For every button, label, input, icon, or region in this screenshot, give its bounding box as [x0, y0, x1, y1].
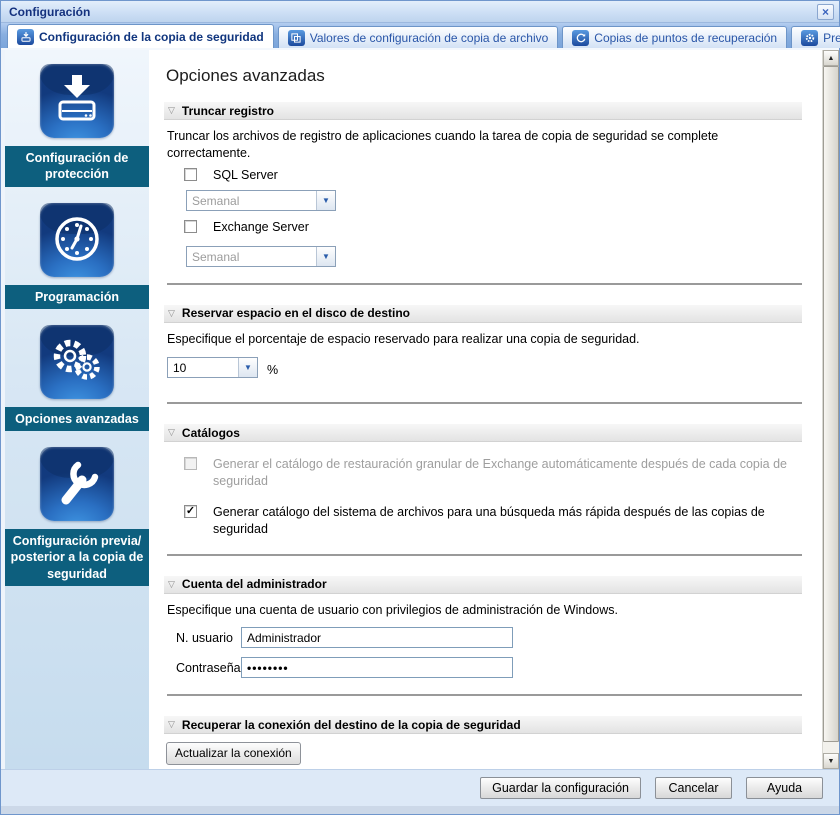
tab-recovery-point-copies[interactable]: Copias de puntos de recuperación	[562, 26, 788, 48]
sidebar-item-advanced-settings[interactable]: Opciones avanzadas	[5, 311, 149, 433]
section-header-truncate-log[interactable]: ▽ Truncar registro	[164, 102, 802, 120]
sidebar-item-protection-settings[interactable]: Configuración de protección	[5, 50, 149, 189]
sidebar-item-label: Configuración previa/ posterior a la cop…	[5, 529, 149, 586]
close-icon[interactable]: ×	[817, 4, 834, 20]
exchange-catalog-label: Generar el catálogo de restauración gran…	[213, 457, 787, 489]
chevron-down-icon[interactable]: ▼	[316, 190, 335, 210]
collapse-triangle-icon[interactable]: ▽	[168, 308, 175, 318]
admin-description: Especifique una cuenta de usuario con pr…	[167, 602, 618, 617]
exchange-server-checkbox[interactable]	[184, 219, 197, 233]
exchange-server-label: Exchange Server	[213, 219, 309, 234]
recovery-points-tab-icon	[572, 29, 590, 46]
section-title: Recuperar la conexión del destino de la …	[181, 717, 521, 732]
collapse-triangle-icon[interactable]: ▽	[168, 428, 175, 437]
fs-catalog-label: Generar catálogo del sistema de archivos…	[213, 505, 765, 536]
username-field-row: N. usuario Administrador	[176, 627, 802, 649]
section-divider	[167, 402, 802, 405]
preferences-tab-icon	[801, 29, 819, 46]
sql-server-checkbox[interactable]	[184, 168, 197, 181]
update-connection-button[interactable]: Actualizar la conexión	[166, 742, 301, 766]
file-copy-tab-icon	[287, 29, 305, 46]
title-bar: Configuración ×	[1, 1, 839, 23]
sidebar-item-label: Configuración de protección	[5, 146, 149, 187]
window-title: Configuración	[9, 4, 91, 19]
section-divider	[167, 553, 802, 556]
scroll-down-icon[interactable]: ▼	[823, 753, 839, 769]
settings-sidebar: Configuración de protección Programación	[5, 50, 149, 769]
page-title: Opciones avanzadas	[166, 66, 325, 85]
tab-label: Valores de configuración de copia de arc…	[309, 30, 549, 45]
sql-schedule-value: Semanal	[192, 193, 240, 208]
reserve-description: Especifique el porcentaje de espacio res…	[167, 331, 640, 346]
tab-label: Copias de puntos de recuperación	[594, 30, 778, 45]
reserve-percent-value: 10	[173, 361, 187, 376]
advanced-gears-icon	[40, 324, 114, 399]
dialog-body: Configuración de protección Programación	[1, 50, 839, 769]
chevron-down-icon[interactable]: ▼	[316, 246, 335, 266]
chevron-down-icon[interactable]: ▼	[238, 358, 257, 378]
section-title: Truncar registro	[181, 103, 274, 118]
tab-label: Preferencias	[823, 30, 840, 45]
help-button[interactable]: Ayuda	[746, 777, 823, 799]
password-input[interactable]: ••••••••	[241, 657, 513, 679]
username-input[interactable]: Administrador	[241, 627, 513, 649]
pre-post-wrench-icon	[40, 447, 114, 521]
settings-dialog: Configuración × Configuración de la copi…	[0, 0, 840, 815]
exchange-server-checkbox-row: Exchange Server	[184, 219, 802, 236]
reserve-percent-dropdown[interactable]: 10 ▼	[167, 357, 258, 379]
password-label: Contraseña	[176, 660, 241, 675]
password-field-row: Contraseña ••••••••	[176, 657, 802, 679]
dialog-footer: Guardar la configuración Cancelar Ayuda	[1, 769, 839, 806]
protection-backup-icon	[40, 64, 114, 138]
collapse-triangle-icon[interactable]: ▽	[168, 579, 175, 589]
section-title: Cuenta del administrador	[181, 577, 327, 592]
schedule-clock-icon	[40, 202, 114, 277]
tab-file-copy-settings[interactable]: Valores de configuración de copia de arc…	[277, 26, 559, 48]
section-divider	[167, 282, 802, 285]
tab-bar: Configuración de la copia de seguridad V…	[1, 23, 840, 50]
advanced-options-pane: Opciones avanzadas ▽ Truncar registro Tr…	[149, 50, 822, 769]
scrollbar-thumb[interactable]	[823, 66, 839, 742]
window-bottom-edge	[1, 806, 839, 814]
exchange-schedule-value: Semanal	[192, 249, 240, 264]
section-header-admin-account[interactable]: ▽ Cuenta del administrador	[164, 575, 802, 594]
vertical-scrollbar[interactable]: ▲ ▼	[822, 50, 839, 769]
exchange-schedule-dropdown[interactable]: Semanal ▼	[186, 245, 336, 267]
tab-label: Configuración de la copia de seguridad	[39, 29, 264, 44]
section-divider	[167, 694, 802, 697]
section-header-reserve-space[interactable]: ▽ Reservar espacio en el disco de destin…	[164, 304, 802, 323]
sidebar-item-pre-post-backup-settings[interactable]: Configuración previa/ posterior a la cop…	[5, 433, 149, 588]
collapse-triangle-icon[interactable]: ▽	[168, 106, 175, 115]
cancel-button[interactable]: Cancelar	[655, 777, 732, 799]
section-header-catalogs[interactable]: ▽ Catálogos	[164, 424, 802, 443]
sql-server-label: SQL Server	[213, 168, 278, 182]
username-label: N. usuario	[176, 630, 233, 645]
scroll-up-icon[interactable]: ▲	[823, 50, 839, 66]
save-settings-button[interactable]: Guardar la configuración	[480, 777, 641, 799]
sql-schedule-dropdown[interactable]: Semanal ▼	[186, 189, 336, 211]
sidebar-item-label: Programación	[5, 284, 149, 309]
reserve-percent-row: 10 ▼ %	[164, 353, 802, 386]
tab-backup-settings[interactable]: Configuración de la copia de seguridad	[7, 24, 274, 48]
section-header-reconnect-destination[interactable]: ▽ Recuperar la conexión del destino de l…	[164, 716, 802, 735]
fs-catalog-checkbox-row: ✓ Generar catálogo del sistema de archiv…	[184, 504, 802, 538]
truncate-description: Truncar los archivos de registro de apli…	[167, 129, 719, 160]
section-title: Reservar espacio en el disco de destino	[181, 306, 411, 321]
sidebar-item-label: Opciones avanzadas	[5, 406, 149, 431]
tab-preferences[interactable]: Preferencias	[791, 26, 840, 48]
fs-catalog-checkbox[interactable]: ✓	[184, 505, 197, 518]
collapse-triangle-icon[interactable]: ▽	[168, 720, 175, 729]
exchange-catalog-checkbox	[184, 457, 197, 471]
sql-server-checkbox-row: SQL Server	[184, 167, 802, 184]
section-title: Catálogos	[181, 425, 240, 440]
exchange-catalog-checkbox-row: Generar el catálogo de restauración gran…	[184, 456, 802, 490]
percent-unit-label: %	[267, 362, 279, 377]
sidebar-item-schedule[interactable]: Programación	[5, 189, 149, 311]
backup-tab-icon	[17, 28, 34, 45]
